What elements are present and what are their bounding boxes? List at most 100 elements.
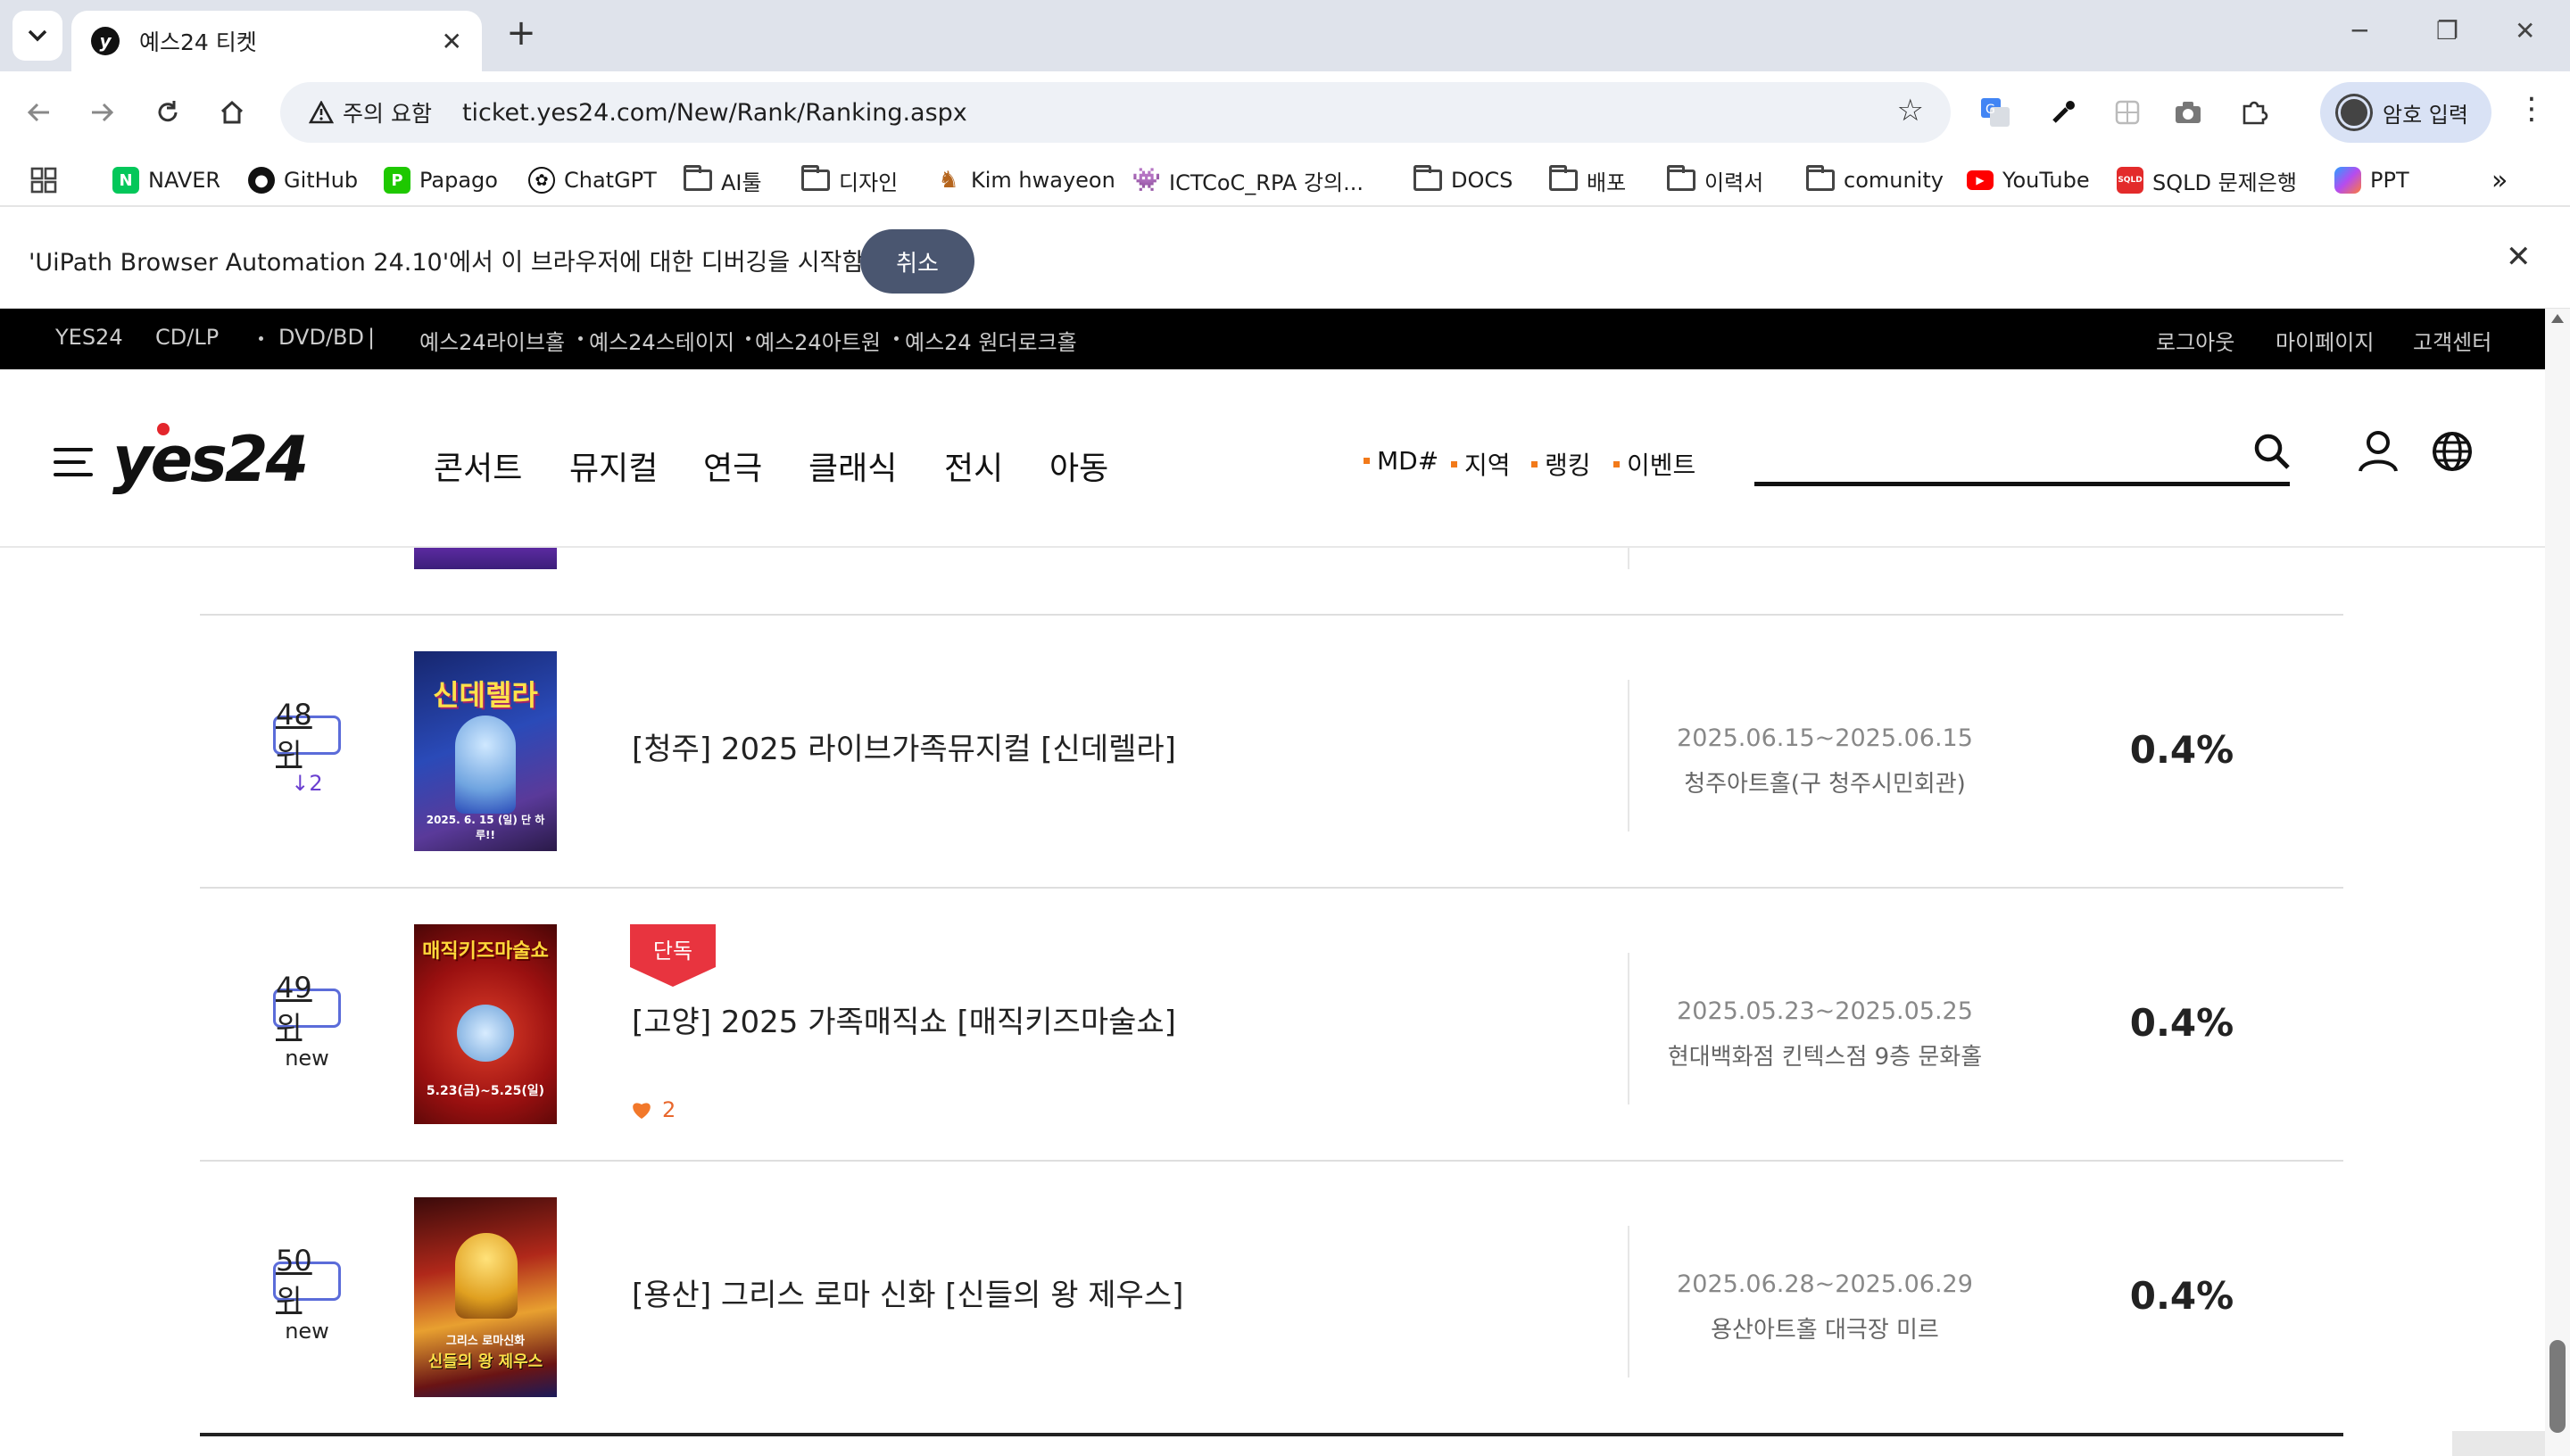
topbar-link-cdlp[interactable]: CD/LP [155, 325, 219, 350]
subnav-region[interactable]: 지역 [1451, 446, 1511, 482]
bookmark-sqld[interactable]: SQLD SQLD 문제은행 [2117, 162, 2297, 198]
event-title[interactable]: [고양] 2025 가족매직쇼 [매직키즈마술쇼] [632, 997, 1176, 1041]
topbar-venue-stage[interactable]: 예스24스테이지 [589, 325, 734, 356]
poster-image[interactable]: 신데렐라 2025. 6. 15 (일) 단 하루!! [414, 651, 557, 851]
scroll-thumb[interactable] [2549, 1340, 2566, 1433]
infobar-cancel-button[interactable]: 취소 [860, 229, 974, 294]
bookmark-label: AI툴 [721, 170, 762, 195]
tab-close-icon[interactable]: ✕ [442, 27, 462, 56]
page-scrollbar[interactable] [2545, 309, 2570, 1456]
tab-search-button[interactable] [12, 11, 62, 61]
gnb-exhibition[interactable]: 전시 [944, 443, 1003, 489]
apps-grid-icon[interactable] [30, 162, 57, 198]
like-number: 2 [662, 1097, 676, 1122]
camera-icon[interactable] [2168, 93, 2208, 132]
topbar-venue-live-hall[interactable]: 예스24라이브홀 [419, 325, 565, 356]
forward-button[interactable] [80, 91, 123, 134]
subnav-label: MD# [1377, 446, 1439, 476]
bookmark-label: YouTube [2002, 168, 2090, 193]
back-button[interactable] [18, 91, 61, 134]
home-button[interactable] [211, 91, 253, 134]
bookmark-folder-docs[interactable]: DOCS [1414, 162, 1513, 198]
bookmark-papago[interactable]: P Papago [384, 162, 498, 198]
hamburger-menu-icon[interactable] [54, 448, 93, 476]
topbar-venue-wonderrock[interactable]: 예스24 원더로크홀 [905, 325, 1077, 356]
bookmark-kim-hwayeon[interactable]: ♞ Kim hwayeon [935, 162, 1115, 198]
url-text[interactable]: ticket.yes24.com/New/Rank/Ranking.aspx [462, 99, 967, 127]
bookmark-label: 이력서 [1704, 170, 1764, 195]
poster-partial[interactable] [414, 548, 557, 569]
subnav-md[interactable]: MD# [1364, 446, 1438, 476]
browser-tab[interactable]: y 예스24 티켓 ✕ [71, 11, 482, 71]
bookmark-star-icon[interactable]: ☆ [1897, 93, 1924, 128]
poster-title: 신들의 왕 제우스 [427, 1353, 543, 1371]
bookmark-folder-resume[interactable]: 이력서 [1667, 162, 1763, 198]
horse-icon: ♞ [935, 167, 962, 194]
logo-dot [157, 423, 170, 435]
extensions-puzzle-icon[interactable] [2234, 93, 2274, 132]
infobar-close-icon[interactable]: ✕ [2506, 239, 2532, 275]
event-title[interactable]: [청주] 2025 라이브가족뮤지컬 [신데렐라] [632, 724, 1176, 768]
mypage-link[interactable]: 마이페이지 [2276, 325, 2374, 356]
bookmark-folder-ai[interactable]: AI툴 [684, 162, 762, 198]
poster-image[interactable]: 그리스 로마신화 신들의 왕 제우스 [414, 1197, 557, 1397]
gnb-classic[interactable]: 클래식 [808, 443, 897, 489]
arrow-left-icon [27, 103, 49, 122]
user-icon[interactable] [2358, 430, 2399, 473]
gnb-musical[interactable]: 뮤지컬 [569, 443, 658, 489]
like-count[interactable]: 2 [630, 1097, 676, 1122]
globe-icon[interactable] [2431, 430, 2474, 473]
bookmark-youtube[interactable]: ▶ YouTube [1967, 162, 2090, 198]
subnav-ranking[interactable]: 랭킹 [1531, 446, 1591, 482]
topbar-link-dvdbd[interactable]: DVD/BD [278, 325, 364, 350]
security-chip[interactable]: 주의 요함 [293, 89, 448, 136]
new-tab-button[interactable]: + [502, 12, 541, 54]
topbar-link-yes24[interactable]: YES24 [55, 325, 123, 350]
bookmark-folder-design[interactable]: 디자인 [801, 162, 898, 198]
naver-icon: N [112, 167, 139, 194]
bookmark-github[interactable]: ● GitHub [248, 162, 358, 198]
eyedropper-icon[interactable] [2044, 93, 2083, 132]
logout-link[interactable]: 로그아웃 [2156, 325, 2234, 356]
site-logo[interactable]: yes24 [112, 423, 309, 496]
poster-image[interactable]: 매직키즈마술쇼 5.23(금)~5.25(일) [414, 924, 557, 1124]
restore-button[interactable]: ❐ [2436, 16, 2458, 46]
alien-icon: 👾 [1132, 167, 1162, 194]
gnb-play[interactable]: 연극 [703, 443, 762, 489]
browser-menu-icon[interactable]: ⋮ [2516, 91, 2547, 127]
event-venue: 현대백화점 킨텍스점 9층 문화홀 [1667, 1044, 1983, 1071]
gnb-kids[interactable]: 아동 [1049, 443, 1108, 489]
list-bottom-border [200, 1433, 2343, 1436]
close-window-button[interactable]: ✕ [2515, 16, 2535, 46]
google-translate-icon[interactable]: G [1976, 93, 2015, 132]
poster-crystal-ball [457, 1005, 514, 1062]
profile-button[interactable]: 암호 입력 [2320, 82, 2491, 143]
subnav-event[interactable]: 이벤트 [1613, 446, 1695, 482]
bookmark-label: 배포 [1587, 170, 1627, 195]
minimize-button[interactable]: ─ [2352, 16, 2367, 46]
customer-center-link[interactable]: 고객센터 [2413, 325, 2491, 356]
bookmark-chatgpt[interactable]: ✿ ChatGPT [528, 162, 657, 198]
bookmark-ictcoc[interactable]: 👾 ICTCoC_RPA 강의... [1132, 162, 1364, 198]
rank-change: new [285, 1046, 329, 1071]
bookmark-folder-comunity[interactable]: comunity [1806, 162, 1944, 198]
reload-button[interactable] [146, 91, 189, 134]
site-search-input[interactable] [1754, 482, 2290, 486]
bookmark-folder-deploy[interactable]: 배포 [1549, 162, 1626, 198]
address-bar[interactable]: 주의 요함 ticket.yes24.com/New/Rank/Ranking.… [280, 82, 1951, 143]
poster-figure [455, 716, 516, 814]
folder-icon [1806, 165, 1835, 191]
topbar-venue-artone[interactable]: 예스24아트원 [755, 325, 881, 356]
search-icon[interactable] [2252, 432, 2292, 471]
extension-grid-icon[interactable] [2108, 93, 2147, 132]
arrow-right-icon [92, 103, 114, 122]
more-bookmarks-icon[interactable]: » [2491, 162, 2508, 198]
gnb-concert[interactable]: 콘서트 [434, 443, 522, 489]
scroll-up-arrow-icon[interactable] [2551, 314, 2564, 323]
poster-date: 5.23(금)~5.25(일) [426, 1084, 545, 1098]
bookmark-naver[interactable]: N NAVER [112, 162, 220, 198]
bookmark-label: DOCS [1451, 168, 1513, 193]
event-title[interactable]: [용산] 그리스 로마 신화 [신들의 왕 제우스] [632, 1270, 1183, 1314]
bookmark-ppt[interactable]: PPT [2334, 162, 2409, 198]
scroll-top-button[interactable] [2452, 1431, 2545, 1456]
